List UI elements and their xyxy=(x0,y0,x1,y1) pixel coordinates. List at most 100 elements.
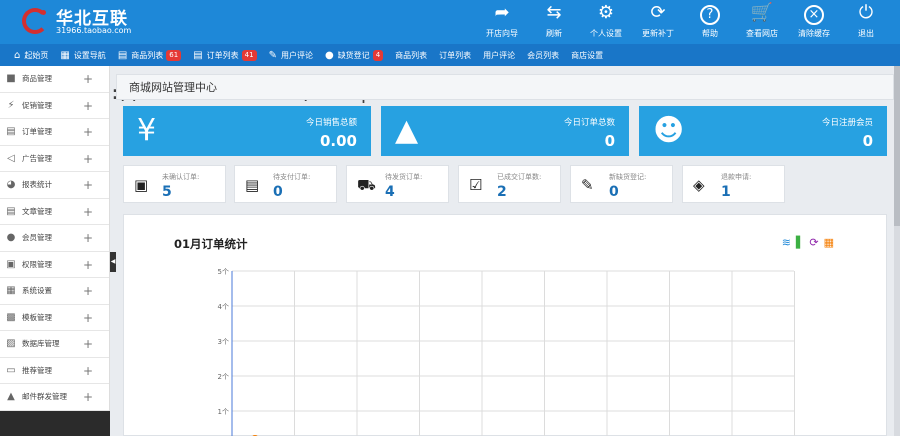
sidebar-item-label: 文章管理 xyxy=(22,206,52,216)
scrollbar-thumb[interactable] xyxy=(894,66,900,226)
plus-icon: + xyxy=(82,125,93,139)
y-axis-ticks: 5个 4个 3个 2个 1个 xyxy=(218,268,229,416)
mini-stat-to-ship[interactable]: ⛟ 待发货订单: 4 xyxy=(346,165,449,203)
quick-nav-bar: ⌂ 起始页 ▦ 设置导航 ▤ 商品列表 61 ▤ 订单列表 41 ✎ 用户评论 ● 缺货登记 4 … xyxy=(0,44,900,104)
nav-label: 用户评论 xyxy=(483,50,516,60)
plus-icon: + xyxy=(82,284,93,298)
help-icon: ? xyxy=(684,0,736,25)
top-action-label: 更新补丁 xyxy=(642,29,674,38)
mini-stat-unpaid[interactable]: ▤ 待支付订单: 0 xyxy=(234,165,337,203)
save-image-icon[interactable]: ▦ xyxy=(824,236,834,249)
top-action-settings[interactable]: ⚙ 个人设置 xyxy=(580,0,632,44)
nav-label: 起始页 xyxy=(24,50,49,60)
vertical-scrollbar[interactable] xyxy=(894,66,900,436)
nav-badge: 41 xyxy=(241,49,257,61)
mini-stat-stockout[interactable]: ✎ 新缺货登记: 0 xyxy=(570,165,673,203)
nav-item-order-list[interactable]: 订单列表 xyxy=(439,50,471,61)
chart-plot: 5个 4个 3个 2个 1个 xyxy=(218,268,795,436)
nav-item-setup[interactable]: ▦ 设置导航 xyxy=(60,50,105,61)
gear-icon: ⚙ xyxy=(597,2,615,23)
top-action-update[interactable]: ⟳ 更新补丁 xyxy=(632,0,684,44)
mini-stat-label: 待支付订单: xyxy=(273,173,311,181)
sidebar-item-members[interactable]: ● 会员管理 + xyxy=(0,225,109,252)
sidebar-item-database[interactable]: ▨ 数据库管理 + xyxy=(0,331,109,358)
nav-item-goods[interactable]: ▤ 商品列表 61 xyxy=(118,49,182,61)
update-icon: ⟳ xyxy=(650,2,666,23)
mini-stat-value: 1 xyxy=(721,184,731,200)
top-action-label: 退出 xyxy=(858,29,874,38)
chart-grid xyxy=(232,270,795,436)
sidebar-item-orders[interactable]: ▤ 订单管理 + xyxy=(0,119,109,146)
sidebar-footer xyxy=(0,411,110,436)
folder-icon: ■ xyxy=(6,73,16,85)
mini-stat-unconfirmed[interactable]: ▣ 未确认订单: 5 xyxy=(123,165,226,203)
nav-item-goods-list[interactable]: 商品列表 xyxy=(395,50,427,61)
plus-icon: + xyxy=(82,310,93,325)
sidebar-item-label: 系统设置 xyxy=(22,286,52,296)
stat-card-sales: ¥ 今日销售总额 0.00 xyxy=(123,106,371,156)
yen-icon: ¥ xyxy=(137,113,157,148)
refund-icon: ◈ xyxy=(693,176,705,194)
sidebar-item-reports[interactable]: ◕ 报表统计 + xyxy=(0,172,109,199)
top-action-logout[interactable]: ⏻ 退出 xyxy=(840,0,892,44)
nav-item-comments[interactable]: ✎ 用户评论 xyxy=(269,50,313,61)
refresh-icon: ⇆ xyxy=(546,2,562,23)
sidebar-item-articles[interactable]: ▤ 文章管理 + xyxy=(0,199,109,225)
mini-stat-completed[interactable]: ☑ 已成交订单数: 2 xyxy=(458,165,561,203)
nav-item-stockout[interactable]: ● 缺货登记 4 xyxy=(325,49,384,61)
sidebar-item-ads[interactable]: ◁ 广告管理 + xyxy=(0,146,109,172)
plus-icon: + xyxy=(82,337,93,351)
nav-item-members[interactable]: 会员列表 xyxy=(527,50,559,61)
top-action-label: 个人设置 xyxy=(590,29,622,38)
top-action-clear-cache[interactable]: × 清除缓存 xyxy=(788,0,840,44)
y-tick-label: 4个 xyxy=(218,303,229,311)
square-icon: ▣ xyxy=(134,176,149,194)
top-header: 华北互联 31966.taobao.com ➦ 开店向导 ⇆ 刷新 ⚙ 个人设置… xyxy=(0,0,900,44)
nav-item-orders[interactable]: ▤ 订单列表 41 xyxy=(193,49,257,61)
member-card-icon: ☻ xyxy=(653,113,685,148)
list-icon: ▤ xyxy=(193,49,203,61)
cart-icon: 🛒 xyxy=(750,2,774,23)
logo[interactable]: 华北互联 31966.taobao.com xyxy=(22,6,162,38)
plus-icon: + xyxy=(82,178,93,192)
top-action-label: 清除缓存 xyxy=(798,29,830,38)
top-action-wizard[interactable]: ➦ 开店向导 xyxy=(476,0,528,44)
nav-item-shop-settings[interactable]: 商店设置 xyxy=(571,50,603,61)
mini-stat-label: 退款申请: xyxy=(721,173,752,181)
nav-label: 订单列表 xyxy=(439,50,472,60)
sidebar-item-goods[interactable]: ■ 商品管理 + xyxy=(0,66,109,93)
sidebar-item-label: 报表统计 xyxy=(22,180,52,190)
sidebar-item-permissions[interactable]: ▣ 权限管理 + xyxy=(0,252,109,278)
line-chart-icon[interactable]: ≋ xyxy=(782,236,791,249)
top-action-view-shop[interactable]: 🛒 查看网店 xyxy=(736,0,788,44)
sidebar-item-recommend[interactable]: ▭ 推荐管理 + xyxy=(0,358,109,384)
nav-item-home[interactable]: ⌂ 起始页 xyxy=(14,50,48,61)
nav-item-user-comments[interactable]: 用户评论 xyxy=(483,50,515,61)
check-box-icon: ☑ xyxy=(469,176,483,194)
top-action-help[interactable]: ? 帮助 xyxy=(684,0,736,44)
document-icon: ▤ xyxy=(6,205,16,217)
nav-badge: 61 xyxy=(166,49,182,61)
sidebar-item-label: 会员管理 xyxy=(22,233,52,243)
logo-dot xyxy=(41,10,46,15)
restore-icon[interactable]: ⟳ xyxy=(809,236,818,249)
nav-label: 订单列表 xyxy=(206,50,239,60)
quick-nav: ⌂ 起始页 ▦ 设置导航 ▤ 商品列表 61 ▤ 订单列表 41 ✎ 用户评论 ● 缺货登记 4 … xyxy=(14,44,615,66)
share-icon: ▭ xyxy=(6,364,16,376)
mini-stat-refund[interactable]: ◈ 退款申请: 1 xyxy=(682,165,785,203)
sidebar-item-label: 权限管理 xyxy=(22,259,52,269)
plus-icon: + xyxy=(82,390,93,404)
top-action-refresh[interactable]: ⇆ 刷新 xyxy=(528,0,580,44)
plus-icon: + xyxy=(82,151,93,166)
sidebar-item-templates[interactable]: ▩ 模板管理 + xyxy=(0,305,109,331)
mini-stat-value: 5 xyxy=(162,184,172,200)
sidebar-item-promotion[interactable]: ⚡ 促销管理 + xyxy=(0,93,109,119)
sidebar-item-mail[interactable]: ▲ 邮件群发管理 + xyxy=(0,384,109,411)
pie-icon: ◕ xyxy=(6,179,16,191)
lock-icon: ▣ xyxy=(6,258,16,270)
sidebar-item-label: 商品管理 xyxy=(22,74,52,84)
y-tick-label: 5个 xyxy=(218,268,229,276)
bar-chart-icon[interactable]: ▌ xyxy=(796,236,804,249)
share-arrow-icon: ➦ xyxy=(494,2,510,23)
sidebar-item-system[interactable]: ▦ 系统设置 + xyxy=(0,278,109,305)
